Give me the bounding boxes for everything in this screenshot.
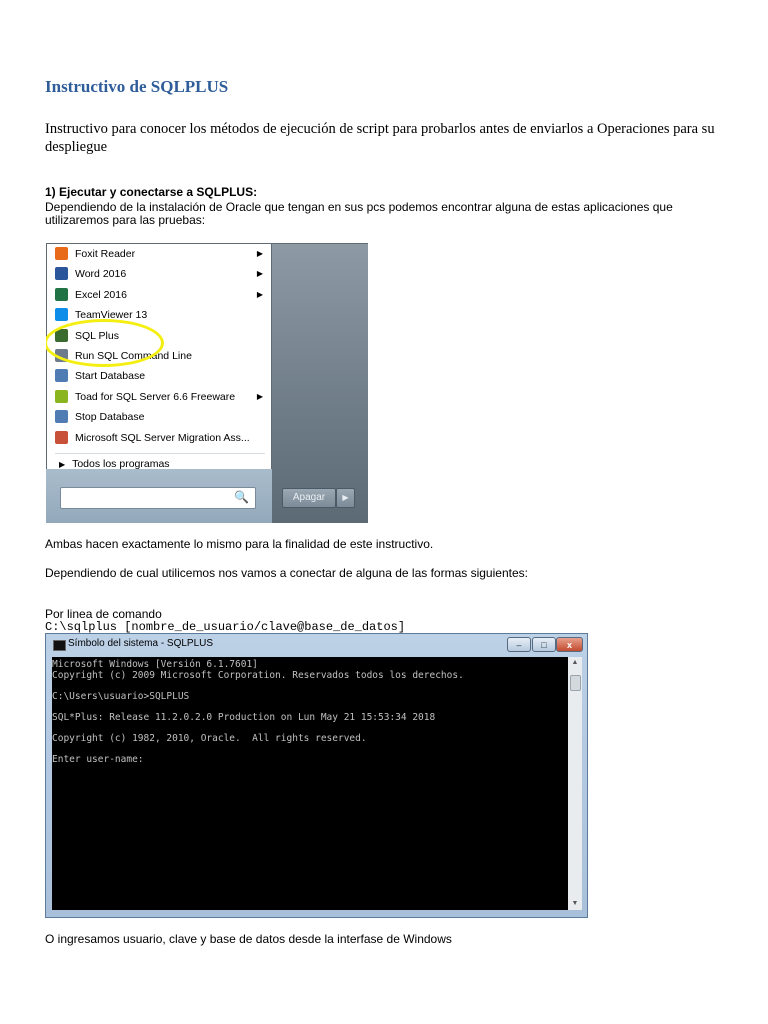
- console-titlebar: Símbolo del sistema - SQLPLUS – □ x: [46, 634, 587, 656]
- start-menu-screenshot: Foxit Reader ▶ Word 2016 ▶ Excel 2016 ▶ TeamVi…: [46, 243, 368, 523]
- search-icon: 🔍: [234, 490, 249, 504]
- both-paragraph: Ambas hacen exactamente lo mismo para la…: [45, 537, 434, 551]
- scroll-down-arrow-icon[interactable]: ▼: [568, 898, 582, 910]
- section-body: Dependiendo de la instalación de Oracle …: [45, 200, 673, 227]
- scroll-up-arrow-icon[interactable]: ▲: [568, 657, 582, 669]
- menu-item-toad[interactable]: Toad for SQL Server 6.6 Freeware ▶: [55, 387, 265, 407]
- console-line: Copyright (c) 2009 Microsoft Corporation…: [52, 669, 464, 681]
- close-button[interactable]: x: [556, 637, 583, 652]
- document-title: Instructivo de SQLPLUS: [45, 77, 229, 96]
- console-line: C:\Users\usuario>SQLPLUS: [52, 690, 190, 702]
- maximize-button[interactable]: □: [532, 637, 556, 652]
- shutdown-options-button[interactable]: ▶: [336, 488, 355, 508]
- divider: [55, 453, 265, 454]
- start-database-icon: [55, 369, 68, 382]
- section-heading: 1) Ejecutar y conectarse a SQLPLUS:: [45, 185, 258, 199]
- search-input[interactable]: 🔍: [60, 487, 256, 509]
- submenu-arrow-icon: ▶: [256, 269, 263, 278]
- submenu-arrow-icon: ▶: [256, 290, 263, 299]
- menu-item-word[interactable]: Word 2016 ▶: [55, 264, 265, 284]
- menu-item-excel[interactable]: Excel 2016 ▶: [55, 285, 265, 305]
- console-output[interactable]: Microsoft Windows [Versión 6.1.7601] Copy…: [52, 657, 568, 910]
- shutdown-button[interactable]: Apagar: [282, 488, 336, 508]
- toad-icon: [55, 390, 68, 403]
- console-window: Símbolo del sistema - SQLPLUS – □ x Micr…: [45, 633, 588, 918]
- minimize-button[interactable]: –: [507, 637, 531, 652]
- teamviewer-icon: [55, 308, 68, 321]
- closing-paragraph: O ingresamos usuario, clave y base de da…: [45, 932, 452, 946]
- migration-assistant-icon: [55, 431, 68, 444]
- submenu-arrow-icon: ▶: [256, 392, 263, 401]
- start-menu-right-pane: [272, 244, 368, 523]
- command-syntax: C:\sqlplus [nombre_de_usuario/clave@base…: [45, 620, 406, 634]
- highlight-circle: [46, 319, 164, 367]
- menu-item-label: Start Database: [75, 370, 146, 382]
- console-title: Símbolo del sistema - SQLPLUS: [68, 638, 214, 649]
- menu-item-label: Excel 2016: [75, 289, 127, 301]
- console-line: Microsoft Windows [Versión 6.1.7601]: [52, 659, 258, 670]
- word-icon: [55, 267, 68, 280]
- menu-item-label: Word 2016: [75, 268, 127, 280]
- connect-paragraph: Dependiendo de cual utilicemos nos vamos…: [45, 566, 528, 580]
- excel-icon: [55, 288, 68, 301]
- menu-item-label: Stop Database: [75, 411, 145, 423]
- menu-item-foxit[interactable]: Foxit Reader ▶: [55, 244, 265, 264]
- menu-item-label: Toad for SQL Server 6.6 Freeware: [75, 391, 236, 403]
- foxit-icon: [55, 247, 68, 260]
- console-line: Copyright (c) 1982, 2010, Oracle. All ri…: [52, 732, 367, 744]
- menu-item-migration-assistant[interactable]: Microsoft SQL Server Migration Ass...: [55, 428, 265, 448]
- intro-paragraph: Instructivo para conocer los métodos de …: [45, 121, 715, 155]
- submenu-arrow-icon: ▶: [256, 249, 263, 258]
- console-line: SQL*Plus: Release 11.2.0.2.0 Production …: [52, 711, 436, 723]
- vertical-scrollbar[interactable]: ▲ ▼: [568, 657, 582, 910]
- menu-item-stop-database[interactable]: Stop Database: [55, 407, 265, 427]
- menu-item-label: Foxit Reader: [75, 248, 136, 260]
- scroll-thumb[interactable]: [570, 675, 581, 691]
- menu-item-start-database[interactable]: Start Database: [55, 366, 265, 386]
- console-app-icon: [53, 640, 66, 651]
- menu-item-label: Microsoft SQL Server Migration Ass...: [75, 432, 250, 444]
- stop-database-icon: [55, 410, 68, 423]
- expand-arrow-icon: ▶: [59, 460, 66, 469]
- console-line: Enter user-name:: [52, 753, 144, 765]
